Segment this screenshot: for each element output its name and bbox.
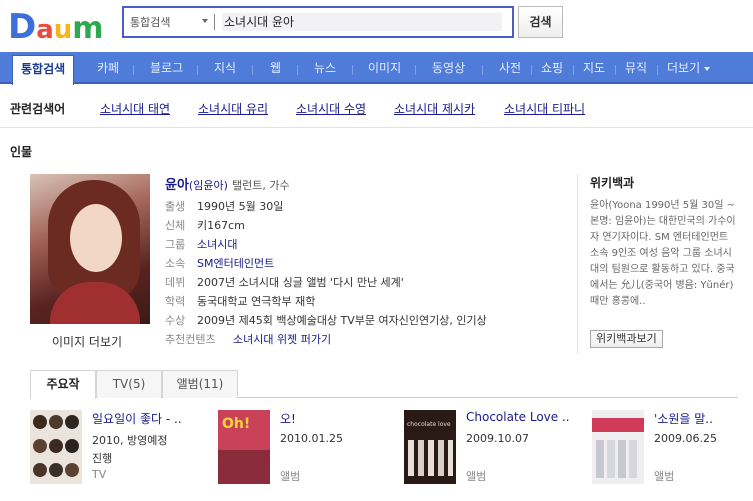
tab-images[interactable]: 이미지	[368, 58, 401, 78]
tab-separator	[482, 65, 483, 75]
chevron-down-icon	[704, 66, 711, 71]
section-title: 인물	[10, 145, 33, 159]
search-divider	[214, 14, 215, 30]
work-thumbnail[interactable]	[30, 410, 82, 484]
related-link[interactable]: 소녀시대 수영	[296, 100, 366, 117]
tab-cafe[interactable]: 카페	[97, 58, 119, 78]
tab-separator	[297, 65, 298, 75]
tab-dictionary[interactable]: 사전	[499, 58, 521, 78]
work-item: chocolate love Chocolate Love .. 2009.10…	[404, 410, 584, 490]
search-scope-select[interactable]: 통합검색	[130, 14, 210, 30]
work-type: 앨범	[654, 470, 675, 483]
search-button[interactable]: 검색	[518, 6, 563, 38]
tab-news[interactable]: 뉴스	[314, 58, 336, 78]
work-title[interactable]: '소원을 말..	[654, 410, 713, 427]
related-searches: 관련검색어 소녀시대 태연 소녀시대 유리 소녀시대 수영 소녀시대 제시카 소…	[0, 88, 753, 128]
tab-blog[interactable]: 블로그	[150, 58, 183, 78]
tab-integrated-search[interactable]: 통합검색	[12, 55, 75, 85]
svg-text:Oh!: Oh!	[222, 416, 250, 432]
tab-more-label: 더보기	[667, 61, 701, 75]
tab-tv[interactable]: TV(5)	[96, 370, 162, 398]
person-photo[interactable]	[30, 174, 150, 324]
tab-separator	[615, 65, 616, 75]
tab-more[interactable]: 더보기	[667, 58, 711, 78]
tab-knowledge[interactable]: 지식	[214, 58, 236, 78]
work-item: Oh! 오! 2010.01.25 앨범	[218, 410, 388, 490]
person-name-line: 윤아(임윤아) 탤런트, 가수	[165, 174, 290, 193]
tab-bar: 통합검색 카페 블로그 지식 웹 뉴스 이미지 동영상 사전 쇼핑 지도 뮤직 …	[0, 52, 753, 85]
wiki-title: 위키백과	[590, 176, 635, 190]
work-item: 일요일이 좋다 - .. 2010, 방영예정 진행 TV	[30, 410, 200, 490]
daum-logo[interactable]: Daum	[8, 4, 108, 46]
tab-main-works[interactable]: 주요작	[30, 370, 96, 399]
tab-separator	[133, 65, 134, 75]
work-type: 앨범	[466, 470, 487, 483]
person-real-name: (임윤아)	[188, 179, 228, 192]
group-link[interactable]: 소녀시대	[197, 236, 237, 252]
work-date: 2010, 방영예정	[92, 434, 168, 447]
work-type: TV	[92, 468, 107, 481]
tab-web[interactable]: 웹	[270, 58, 281, 78]
person-name[interactable]: 윤아	[165, 178, 189, 193]
person-job: 탤런트, 가수	[232, 179, 290, 192]
work-thumbnail[interactable]: chocolate love	[404, 410, 456, 484]
search-scope-label: 통합검색	[130, 16, 171, 29]
wiki-view-button[interactable]: 위키백과보기	[590, 330, 663, 348]
tab-map[interactable]: 지도	[583, 58, 605, 78]
tab-shopping[interactable]: 쇼핑	[541, 58, 563, 78]
recommend-link[interactable]: 소녀시대 위젯 퍼가기	[233, 331, 331, 347]
works-tabs: 주요작 TV(5) 앨범(11)	[30, 370, 738, 399]
tab-separator	[657, 65, 658, 75]
wiki-text: 윤아(Yoona 1990년 5월 30일 ~ 본명: 임윤아)는 대한민국의 …	[590, 200, 736, 307]
work-title[interactable]: 오!	[280, 410, 296, 427]
search-input[interactable]: 소녀시대 윤아	[222, 13, 502, 31]
work-thumbnail[interactable]	[592, 410, 644, 484]
work-title[interactable]: Chocolate Love ..	[466, 410, 570, 424]
work-date: 2010.01.25	[280, 432, 343, 445]
related-link[interactable]: 소녀시대 유리	[198, 100, 268, 117]
work-thumbnail[interactable]: Oh!	[218, 410, 270, 484]
svg-text:chocolate love: chocolate love	[407, 421, 451, 428]
work-title[interactable]: 일요일이 좋다 - ..	[92, 410, 182, 427]
tab-music[interactable]: 뮤직	[625, 58, 647, 78]
work-type: 앨범	[280, 470, 301, 483]
tab-separator	[573, 65, 574, 75]
work-item: '소원을 말.. 2009.06.25 앨범	[592, 410, 742, 490]
more-images-link[interactable]: 이미지 더보기	[52, 333, 122, 350]
tab-separator	[531, 65, 532, 75]
agency-link[interactable]: SM엔터테인먼트	[197, 255, 274, 271]
tab-separator	[415, 65, 416, 75]
tab-albums[interactable]: 앨범(11)	[162, 370, 238, 398]
related-link[interactable]: 소녀시대 태연	[100, 100, 170, 117]
tab-video[interactable]: 동영상	[432, 58, 465, 78]
search-box: 통합검색 소녀시대 윤아	[122, 6, 514, 38]
related-link[interactable]: 소녀시대 티파니	[504, 100, 585, 117]
work-date: 2009.10.07	[466, 432, 529, 445]
work-extra: 진행	[92, 452, 113, 465]
tab-separator	[352, 65, 353, 75]
dropdown-arrow-icon	[202, 19, 208, 23]
header: Daum 통합검색 소녀시대 윤아 검색	[0, 0, 753, 52]
tab-separator	[252, 65, 253, 75]
work-date: 2009.06.25	[654, 432, 717, 445]
related-label: 관련검색어	[10, 102, 66, 116]
related-link[interactable]: 소녀시대 제시카	[394, 100, 475, 117]
svg-text:Daum: Daum	[8, 7, 104, 46]
tab-separator	[197, 65, 198, 75]
wiki-panel: 위키백과 윤아(Yoona 1990년 5월 30일 ~ 본명: 임윤아)는 대…	[577, 174, 747, 354]
